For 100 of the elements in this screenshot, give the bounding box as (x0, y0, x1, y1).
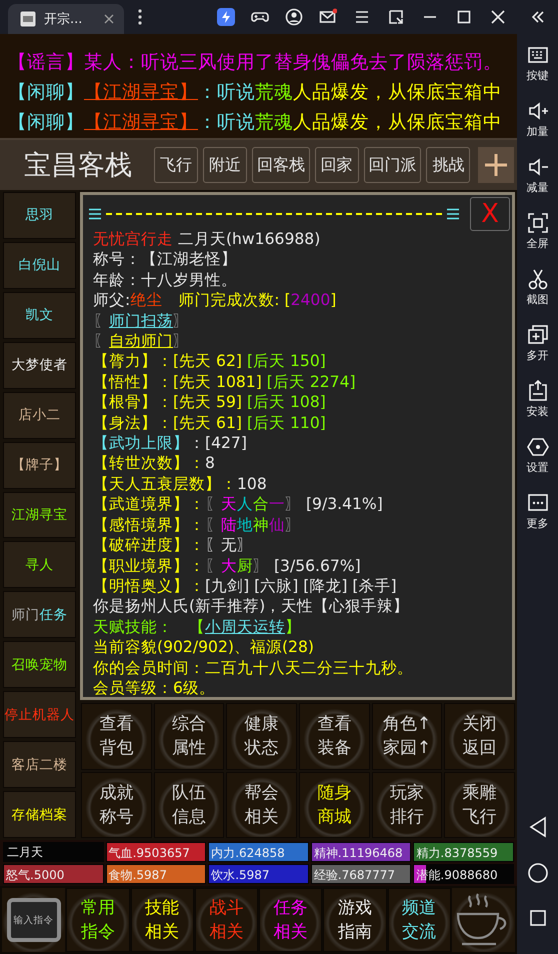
menu-button[interactable]: 常用 指令 (66, 888, 130, 952)
command-button[interactable]: 输入指令 (6, 898, 61, 942)
back-icon[interactable] (528, 816, 548, 838)
add-button[interactable] (478, 147, 514, 183)
info-line: 〖师门扫荡〗 (93, 310, 190, 332)
info-line: 〖自动师门〗 (93, 331, 190, 352)
info-line: 你的会员时间：二百九十八天二分三十九秒。 (93, 658, 414, 678)
info-line: 【职业境界】：〖大厨〗 [3/56.67%] (93, 556, 362, 576)
link[interactable]: 师门扫荡 (109, 312, 173, 330)
npc-button[interactable]: 师门任务 (3, 591, 76, 638)
install-icon (526, 380, 548, 402)
toolbar-button[interactable]: 减量 (517, 156, 558, 212)
chat-line: 【闲聊】【江湖寻宝】：听说荒魂人品爆发，从保底宝箱中 (8, 81, 503, 105)
info-line: 【武道境界】：〖天人合一〗 [9/3.41%] (93, 494, 384, 515)
menu-button[interactable]: 战斗 相关 (194, 888, 258, 952)
info-line: 当前容貌(902/902)、福源(28) (93, 637, 315, 658)
tab-title: 开宗... (44, 11, 84, 28)
action-button[interactable]: 乘雕 飞行 (444, 772, 515, 838)
npc-button[interactable]: 江湖寻宝 (3, 492, 76, 538)
menu-icon[interactable] (446, 208, 460, 220)
menu-button[interactable]: 游戏 指南 (323, 888, 386, 952)
toolbar-button[interactable]: 更多 (517, 492, 558, 548)
travel-button[interactable]: 回门派 (364, 147, 422, 183)
close-icon[interactable] (489, 8, 507, 26)
info-line: 【武功上限】：[427] (93, 433, 248, 454)
info-line: 无忧宫行走 二月天(hw166988) (93, 229, 322, 250)
link[interactable]: 【江湖寻宝】 (84, 112, 198, 133)
npc-button[interactable]: 召唤宠物 (3, 641, 76, 688)
toolbar-button[interactable]: 安装 (517, 380, 558, 436)
npc-button[interactable]: 大梦使者 (3, 342, 76, 389)
travel-button[interactable]: 回家 (314, 147, 359, 183)
link[interactable]: 小周天运转 (205, 618, 285, 636)
home-icon[interactable] (526, 862, 548, 884)
info-line: 称号：【江湖老怪】 (93, 249, 238, 270)
action-button[interactable]: 查看 背包 (81, 703, 152, 770)
npc-button[interactable]: 停止机器人 (3, 691, 76, 738)
action-button[interactable]: 综合 属性 (154, 703, 224, 770)
action-button[interactable]: 玩家 排行 (372, 772, 442, 838)
menu-button[interactable]: 任务 相关 (259, 888, 322, 952)
browser-tab[interactable]: 开宗... (8, 4, 124, 34)
volume-up-icon (526, 100, 548, 122)
settings-icon (526, 436, 548, 458)
npc-button[interactable]: 存储档案 (3, 791, 76, 838)
menu-icon[interactable] (353, 8, 371, 26)
info-line: 师父:绝尘 师门完成次数: [2400] (93, 290, 338, 311)
app-icon (20, 11, 36, 27)
chat-line: 【闲聊】【江湖寻宝】：听说荒魂人品爆发，从保底宝箱中 (8, 111, 503, 135)
toolbar-button[interactable]: 截图 (517, 268, 558, 324)
action-button[interactable]: 角色↑ 家园↑ (372, 703, 442, 770)
npc-button[interactable]: 客店二楼 (3, 741, 76, 788)
travel-button[interactable]: 回客栈 (252, 147, 310, 183)
more-icon[interactable] (138, 9, 142, 25)
toolbar-button[interactable]: 多开 (517, 324, 558, 380)
toolbar-button[interactable]: 加量 (517, 100, 558, 156)
action-button[interactable]: 队伍 信息 (154, 772, 224, 838)
npc-button[interactable]: 凯文 (3, 292, 76, 339)
location-title: 宝昌客栈 (24, 149, 132, 183)
more-icon (526, 492, 548, 514)
npc-button[interactable]: 【牌子】 (3, 442, 76, 489)
maximize-icon[interactable] (455, 8, 473, 26)
lightning-icon[interactable] (217, 8, 235, 26)
link[interactable]: 自动师门 (109, 332, 173, 350)
travel-button[interactable]: 附近 (203, 147, 247, 183)
action-button[interactable]: 帮会 相关 (226, 772, 297, 838)
action-button[interactable]: 查看 装备 (298, 703, 370, 770)
npc-button[interactable]: 寻人 (3, 541, 76, 588)
info-line: 【根骨】：[先天 59] [后天 108] (93, 392, 327, 413)
chat-line: 【谣言】某人：听说三风使用了替身傀儡免去了陨落惩罚。 (8, 51, 503, 75)
menu-button[interactable]: 技能 相关 (130, 888, 194, 952)
keyboard-icon (526, 44, 548, 66)
action-button[interactable]: 健康 状态 (226, 703, 297, 770)
info-line: 【感悟境界】：〖陆地神仙〗 (93, 514, 302, 536)
npc-button[interactable]: 店小二 (3, 392, 76, 439)
player-name: 二月天 (3, 842, 104, 862)
multi-window-icon (526, 324, 548, 346)
travel-button[interactable]: 挑战 (426, 147, 470, 183)
link[interactable]: 【江湖寻宝】 (84, 82, 198, 103)
menu-icon[interactable] (88, 208, 102, 220)
info-line: 年龄：十八岁男性。 (93, 270, 238, 290)
travel-button[interactable]: 飞行 (154, 147, 198, 183)
action-button[interactable]: 随身 商城 (298, 772, 370, 838)
stat-label: 精力.8378559 (415, 846, 498, 860)
mail-icon[interactable] (319, 8, 337, 26)
toolbar-button[interactable]: 全屏 (517, 212, 558, 268)
npc-button[interactable]: 白倪山 (3, 242, 76, 289)
toolbar-button[interactable]: 设置 (517, 436, 558, 492)
volume-down-icon (526, 156, 548, 178)
action-button[interactable]: 成就 称号 (81, 772, 152, 838)
npc-button[interactable]: 思羽 (3, 192, 76, 239)
action-button[interactable]: 关闭 返回 (444, 703, 515, 770)
window-icon[interactable] (387, 8, 405, 26)
toolbar-button[interactable]: 按键 (517, 44, 558, 100)
stat-label: 内力.624858 (210, 846, 285, 860)
stat-label: 精神.11196468 (312, 846, 403, 860)
stat-label: 食物.5987 (108, 868, 167, 882)
plus-icon (484, 153, 508, 177)
recent-icon[interactable] (528, 908, 548, 928)
user-icon[interactable] (285, 8, 303, 26)
menu-button[interactable]: 频道 交流 (388, 888, 451, 952)
fullscreen-icon (526, 212, 548, 234)
